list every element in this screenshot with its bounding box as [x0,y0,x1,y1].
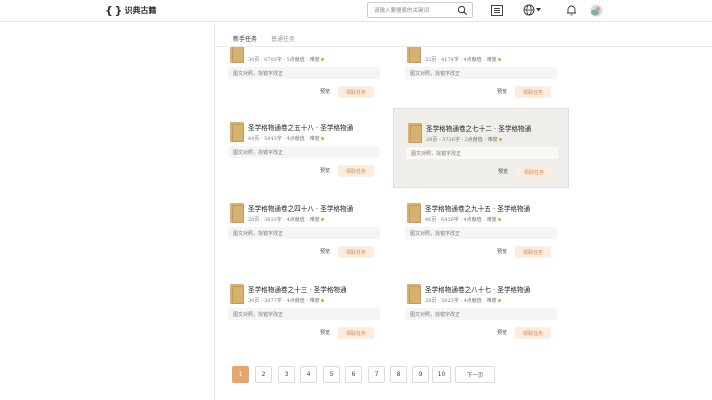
page-button-9[interactable]: 9 [412,366,429,383]
search-icon[interactable] [457,5,468,16]
task-card: 圣学格物通卷之八十七 · 圣学格物通 28页 · 5023字 · 4点献值 · … [393,270,569,349]
list-icon [491,4,503,16]
card-description: 图文对照，找错字改正 [405,67,557,79]
card-title[interactable]: 圣学格物通卷之八十七 · 圣学格物通 [425,284,530,294]
logo-text: 识典古籍 [124,4,157,15]
claim-task-button[interactable]: 领取任务 [515,86,551,98]
avatar-icon [590,4,602,16]
difficulty-dot-icon [320,137,324,140]
card-meta: 28页 · 3726字 · 2点献值 · 难度 [426,136,502,143]
difficulty-dot-icon [320,218,324,221]
caret-down-icon [536,8,541,12]
preview-button[interactable]: 预览 [314,86,336,97]
difficulty-dot-icon [498,138,502,141]
book-cover-icon [230,203,244,223]
globe-icon [523,4,535,16]
card-description: 图文对照，找错字改正 [406,147,558,159]
difficulty-dot-icon [497,218,501,221]
card-description: 图文对照，找错字改正 [228,146,380,158]
card-meta: 32页 · 4174字 · 4点献值 · 难度 [425,56,501,63]
card-title[interactable]: 圣学格物通卷之五十八 · 圣学格物通 [248,122,353,132]
top-bar: { } 识典古籍 [0,0,712,22]
page-button-3[interactable]: 3 [278,366,295,383]
page-button-5[interactable]: 5 [323,366,340,383]
card-meta: 30页 · 6703字 · 5点献值 · 难度 [248,56,324,63]
tab-newbie-tasks[interactable]: 新手任务 [233,34,258,48]
difficulty-dot-icon [497,299,501,302]
card-description: 图文对照，找错字改正 [405,227,557,239]
preview-button[interactable]: 预览 [491,86,513,97]
language-button[interactable] [521,2,543,18]
book-cover-icon [408,123,422,143]
card-meta: 44页 · 5843字 · 4点献值 · 难度 [248,135,324,142]
search-box [367,2,473,18]
book-cover-icon [230,284,244,304]
preview-button[interactable]: 预览 [314,246,336,257]
menu-button[interactable] [489,2,505,18]
claim-task-button[interactable]: 领取任务 [516,166,552,178]
task-card: 圣学格物通卷之九十五 · 圣学格物通 46页 · 6439字 · 4点献值 · … [393,189,569,268]
logo-mark: { } [105,3,122,17]
card-meta: 46页 · 6439字 · 4点献值 · 难度 [425,216,501,223]
difficulty-dot-icon [320,58,324,61]
book-cover-icon [407,203,421,223]
book-cover-icon [230,122,244,142]
card-description: 图文对照，找错字改正 [228,67,380,79]
preview-button[interactable]: 预览 [491,246,513,257]
task-card-hovered: 圣学格物通卷之七十二 · 圣学格物通 28页 · 3726字 · 2点献值 · … [393,108,569,188]
left-sidebar [0,22,215,400]
avatar[interactable] [588,2,604,18]
book-cover-icon [407,284,421,304]
search-input[interactable] [374,5,456,16]
card-title[interactable]: 圣学格物通卷之四十八 · 圣学格物通 [248,203,353,213]
task-card: 圣学格物通卷之四十八 · 圣学格物通 28页 · 3833字 · 4点献值 · … [216,189,392,268]
difficulty-dot-icon [497,58,501,61]
card-title[interactable]: 圣学格物通卷之七十二 · 圣学格物通 [426,123,531,133]
card-description: 图文对照，找错字改正 [228,308,380,320]
card-meta: 30页 · 3877字 · 4点献值 · 难度 [248,297,324,304]
page-button-10[interactable]: 10 [432,366,451,383]
card-title[interactable]: 圣学格物通卷之十三 · 圣学格物通 [248,284,347,294]
claim-task-button[interactable]: 领取任务 [338,327,374,339]
tab-normal-tasks[interactable]: 普通任务 [271,34,295,43]
claim-task-button[interactable]: 领取任务 [515,327,551,339]
bell-icon [566,5,576,16]
claim-task-button[interactable]: 领取任务 [338,86,374,98]
preview-button[interactable]: 预览 [314,165,336,176]
task-card: 圣学格物通卷之十三 · 圣学格物通 30页 · 3877字 · 4点献值 · 难… [216,270,392,349]
claim-task-button[interactable]: 领取任务 [338,165,374,177]
page-button-1[interactable]: 1 [232,366,249,383]
card-meta: 28页 · 5023字 · 4点献值 · 难度 [425,297,501,304]
task-tabs: 新手任务 普通任务 [216,30,712,48]
page-button-8[interactable]: 8 [390,366,407,383]
task-card: 圣学格物通卷之五十八 · 圣学格物通 44页 · 5843字 · 4点献值 · … [216,108,392,187]
preview-button[interactable]: 预览 [314,327,336,338]
claim-task-button[interactable]: 领取任务 [515,246,551,258]
claim-task-button[interactable]: 领取任务 [338,246,374,258]
card-meta: 28页 · 3833字 · 4点献值 · 难度 [248,216,324,223]
page-button-7[interactable]: 7 [368,366,385,383]
page-button-6[interactable]: 6 [345,366,362,383]
preview-button[interactable]: 预览 [491,327,513,338]
difficulty-dot-icon [320,299,324,302]
card-title[interactable]: 圣学格物通卷之九十五 · 圣学格物通 [425,203,530,213]
logo[interactable]: { } 识典古籍 [105,3,157,17]
card-description: 图文对照，找错字改正 [228,227,380,239]
card-description: 图文对照，找错字改正 [405,308,557,320]
next-page-button[interactable]: 下一页 [455,366,495,383]
page-button-2[interactable]: 2 [255,366,272,383]
notification-button[interactable] [563,2,579,18]
page-button-4[interactable]: 4 [300,366,317,383]
preview-button[interactable]: 预览 [492,166,514,177]
